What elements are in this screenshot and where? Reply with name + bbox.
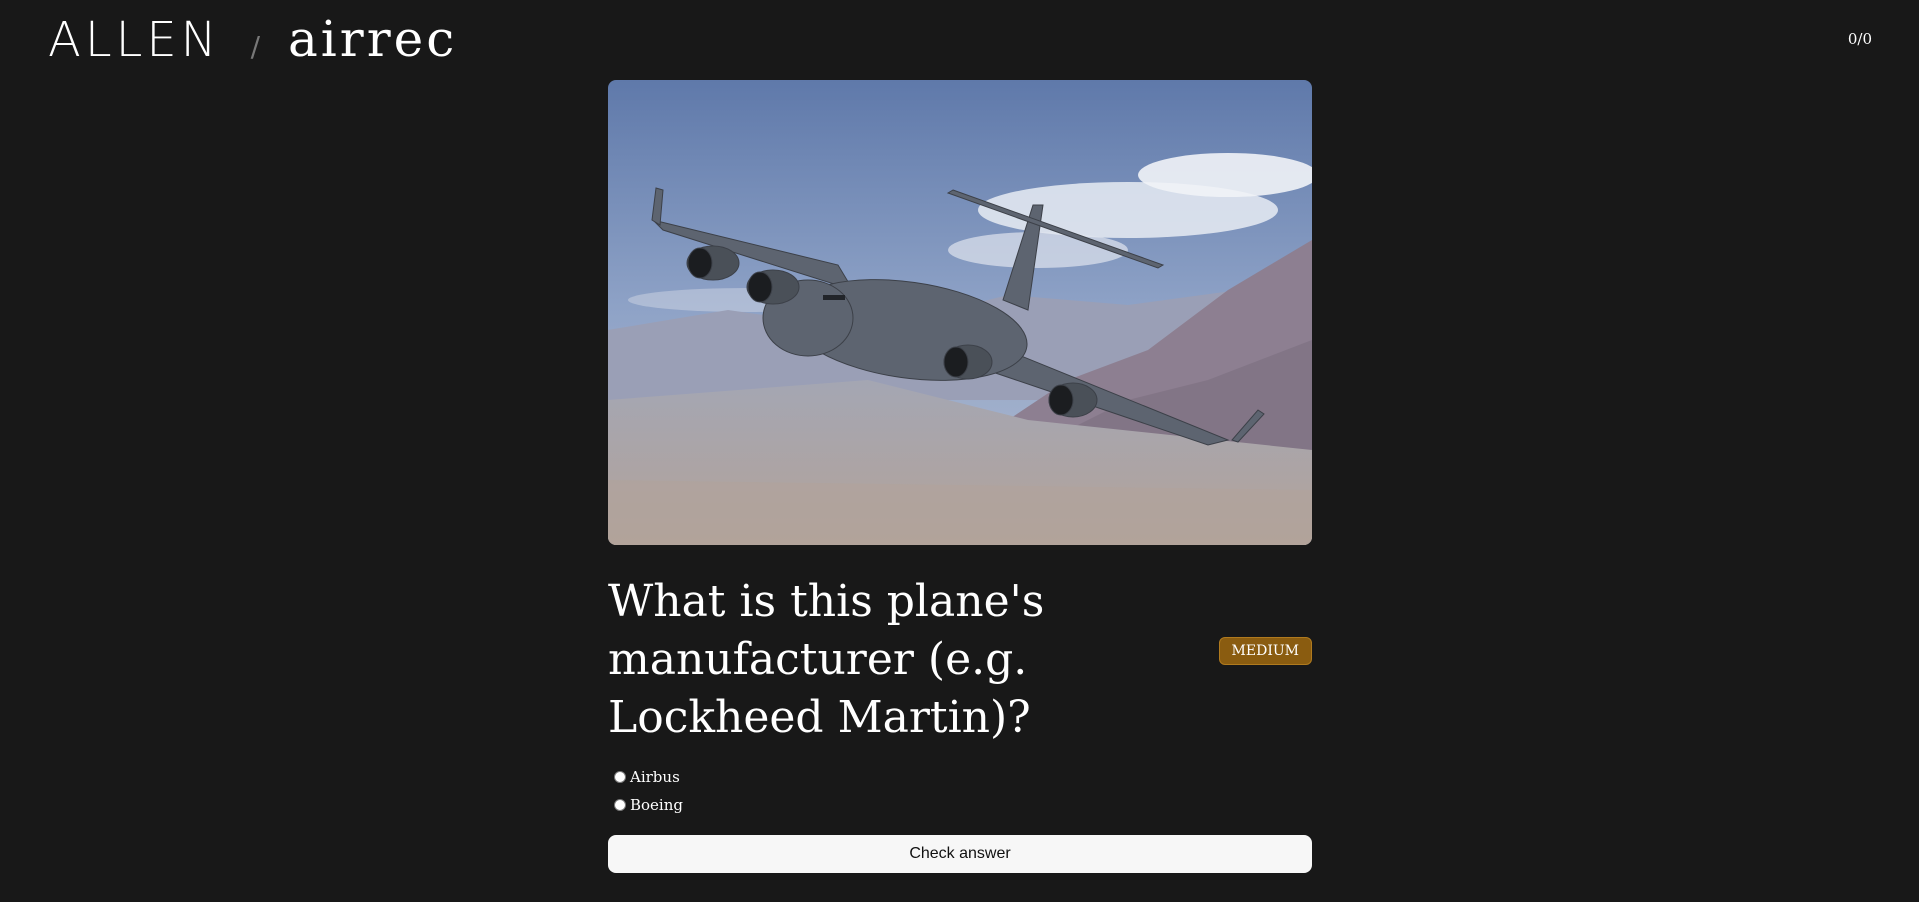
option-airbus[interactable]: Airbus (614, 763, 1312, 791)
radio-airbus[interactable] (614, 771, 626, 783)
question-text: What is this plane's manufacturer (e.g. … (608, 576, 1045, 743)
app-header: ALLEN / airrec 0/0 (0, 0, 1919, 78)
check-answer-button[interactable]: Check answer (608, 835, 1312, 873)
option-label: Boeing (630, 796, 683, 814)
brand-primary: ALLEN (48, 12, 221, 68)
answer-options: Airbus Boeing (608, 763, 1312, 819)
plane-photo (608, 80, 1312, 545)
question-row: What is this plane's manufacturer (e.g. … (608, 573, 1312, 753)
quiz-card: What is this plane's manufacturer (e.g. … (608, 80, 1312, 873)
brand-separator: / (250, 30, 260, 63)
option-boeing[interactable]: Boeing (614, 791, 1312, 819)
difficulty-badge: MEDIUM (1218, 637, 1312, 665)
option-label: Airbus (630, 768, 680, 786)
brand-logo[interactable]: ALLEN / airrec (48, 10, 457, 68)
radio-boeing[interactable] (614, 799, 626, 811)
score-counter: 0/0 (1847, 30, 1872, 48)
brand-app-name: airrec (288, 10, 458, 68)
